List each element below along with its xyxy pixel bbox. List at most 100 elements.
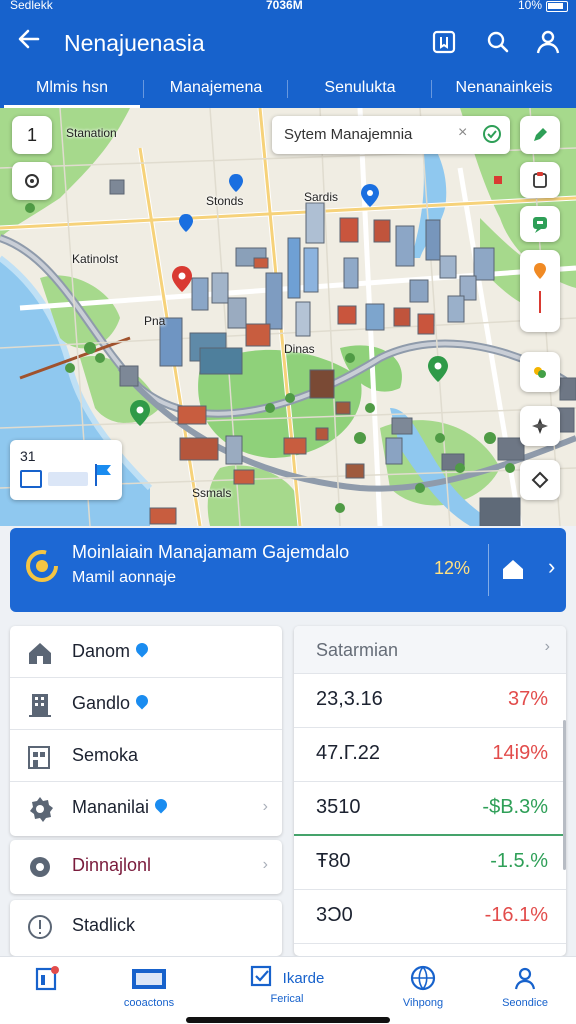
nav-extra-label: Ikarde <box>282 970 325 987</box>
layers-button[interactable] <box>520 162 560 198</box>
home-icon[interactable] <box>500 556 526 582</box>
chevron-right-icon[interactable]: › <box>548 554 555 580</box>
back-button[interactable] <box>14 26 44 56</box>
tab-3[interactable]: Senulukta <box>288 70 432 108</box>
page-title: Nenajuenasia <box>64 30 205 56</box>
carrier-label: Sedlekk <box>10 0 53 12</box>
stats-table: Satarmian › 23,3.16 37% 47.Г.22 14i9% 35… <box>294 626 566 956</box>
pin-icon <box>534 263 546 313</box>
banner-percent: 12% <box>434 558 471 578</box>
list-item[interactable]: Danom <box>10 626 282 678</box>
office-icon <box>28 746 50 769</box>
tab-2[interactable]: Manajemena <box>144 70 288 108</box>
user-icon <box>536 30 560 54</box>
stats-header-label: Satarmian <box>316 640 399 660</box>
tab-label: Nenanainkeis <box>455 79 553 96</box>
list-item-text: Danom <box>72 641 131 661</box>
list-item-text: Mananilai <box>72 797 150 817</box>
list-item-label: Mananilai <box>72 796 170 818</box>
notes-icon <box>35 966 59 991</box>
list-item[interactable]: Gandlo <box>10 678 282 730</box>
chat-button[interactable] <box>520 206 560 242</box>
table-row[interactable]: 23,3.16 37% <box>294 674 566 728</box>
legend-box-icon <box>20 470 42 488</box>
nav-notes[interactable] <box>0 965 102 997</box>
search-icon <box>487 31 509 53</box>
tab-label: Manajemena <box>169 79 263 96</box>
nav-globe[interactable]: Vihpong <box>368 965 478 1009</box>
map-label: Stonds <box>206 194 244 208</box>
poi-toolbar[interactable] <box>520 250 560 332</box>
legend-value: 31 <box>20 448 36 464</box>
draw-button[interactable] <box>520 116 560 154</box>
filter-button[interactable] <box>520 460 560 500</box>
nav-map[interactable]: cooactons <box>94 965 204 1009</box>
bookmark-button[interactable] <box>430 28 458 56</box>
map-search-input[interactable]: Sytem Manajemnia <box>284 126 412 143</box>
alert-icon <box>28 915 52 939</box>
status-banner[interactable]: Moinlaiain Manajamam Gajemdalo Mamil aon… <box>10 528 566 612</box>
chat-icon <box>533 217 547 233</box>
shape-icon <box>531 471 549 489</box>
app-bar: Nenajuenasia <box>0 14 576 70</box>
locate-button[interactable] <box>12 162 52 200</box>
zoom-level-button[interactable]: 1 <box>12 116 52 154</box>
progress-ring-icon <box>26 550 58 582</box>
list-item[interactable]: Mananilai › <box>10 782 282 834</box>
nav-label: Vihpong <box>402 997 444 1009</box>
list-card: Danom Gandlo Semoka Mananilai › <box>10 626 282 836</box>
clipboard-icon <box>533 172 547 188</box>
row-value: 47.Г.22 <box>316 742 380 764</box>
pin-icon <box>133 640 151 658</box>
tab-4[interactable]: Nenanainkeis <box>432 70 576 108</box>
map-search-box[interactable]: Sytem Manajemnia × <box>272 116 510 154</box>
map-legend[interactable]: 31 <box>10 440 122 500</box>
row-value: 3Ɔ0 <box>316 904 353 926</box>
row-delta: 14i9% <box>492 742 548 764</box>
weather-button[interactable] <box>520 352 560 392</box>
navigate-button[interactable] <box>520 406 560 446</box>
compass-icon <box>532 418 548 434</box>
banner-subtitle: Mamil aonnaje <box>72 569 177 586</box>
nav-tasks[interactable]: Ikarde Ferical <box>222 965 352 1005</box>
settings-icon <box>30 857 50 877</box>
list-item[interactable]: Dinnajlonl › <box>10 840 282 892</box>
table-row[interactable]: Ŧ80 -1.5.% <box>294 836 566 890</box>
battery-percent: 10% <box>517 0 542 12</box>
home-icon <box>29 643 51 664</box>
checkbox-icon <box>250 965 271 987</box>
profile-button[interactable] <box>534 28 562 56</box>
check-circle-icon[interactable] <box>482 124 502 144</box>
gear-icon <box>30 797 53 822</box>
home-indicator[interactable] <box>186 1017 390 1023</box>
profile-icon <box>514 967 536 990</box>
clock: 7036M <box>266 0 303 12</box>
search-button[interactable] <box>484 28 512 56</box>
row-delta: -16.1% <box>484 904 548 926</box>
arrow-left-icon <box>18 29 40 49</box>
pencil-icon <box>534 128 547 141</box>
tab-label: Senulukta <box>324 79 396 96</box>
sun-icon <box>534 367 546 378</box>
scrollbar[interactable] <box>563 720 566 870</box>
pin-icon <box>152 796 170 814</box>
row-value: 3510 <box>316 796 361 818</box>
map-label: Stanation <box>66 126 117 140</box>
list-item-label: Danom <box>72 640 151 662</box>
list-item-label: Stadlick <box>72 915 136 935</box>
clear-icon[interactable]: × <box>458 124 467 142</box>
divider <box>488 544 489 596</box>
table-row[interactable]: 47.Г.22 14i9% <box>294 728 566 782</box>
table-row[interactable]: 3Ɔ0 -16.1% <box>294 890 566 944</box>
tab-1[interactable]: Mlmis hsn <box>0 70 144 108</box>
nav-profile[interactable]: Seondice <box>470 965 576 1009</box>
location-icon <box>25 174 39 188</box>
list-card: Dinnajlonl › <box>10 840 282 894</box>
list-card: Stadlick <box>10 900 282 956</box>
stats-header[interactable]: Satarmian › <box>294 626 566 674</box>
map-label: Pna <box>144 314 166 328</box>
table-row[interactable]: 3510 -$B.3% <box>294 782 566 836</box>
list-item[interactable]: Stadlick <box>10 900 282 952</box>
pin-icon <box>133 692 151 710</box>
list-item[interactable]: Semoka <box>10 730 282 782</box>
